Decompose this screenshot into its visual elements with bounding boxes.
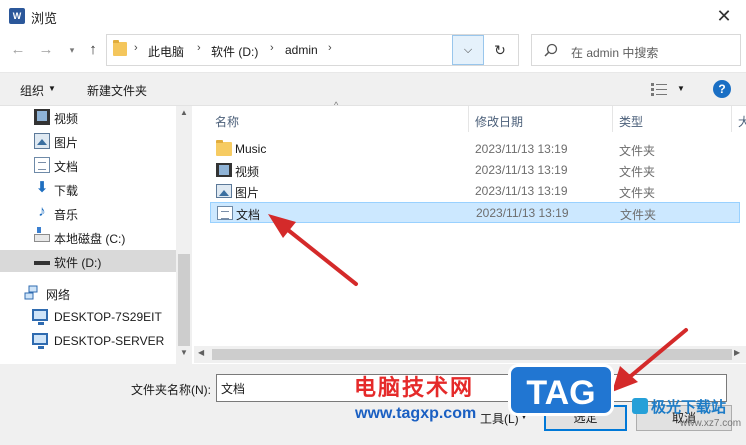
watermark-brand: 极光下载站: [651, 399, 727, 416]
watermark-site-url: www.tagxp.com: [355, 405, 477, 422]
annotation-arrow-to-documents: [281, 224, 358, 286]
annotation-arrow-to-select: [624, 328, 688, 382]
watermark-site-name: 电脑技术网: [354, 375, 475, 400]
arrowhead-icon: [612, 366, 638, 392]
brand-logo-icon: [632, 398, 648, 414]
watermark-tag-logo: TAG: [508, 364, 614, 416]
watermark-brand-url: www.xz7.com: [680, 418, 742, 429]
